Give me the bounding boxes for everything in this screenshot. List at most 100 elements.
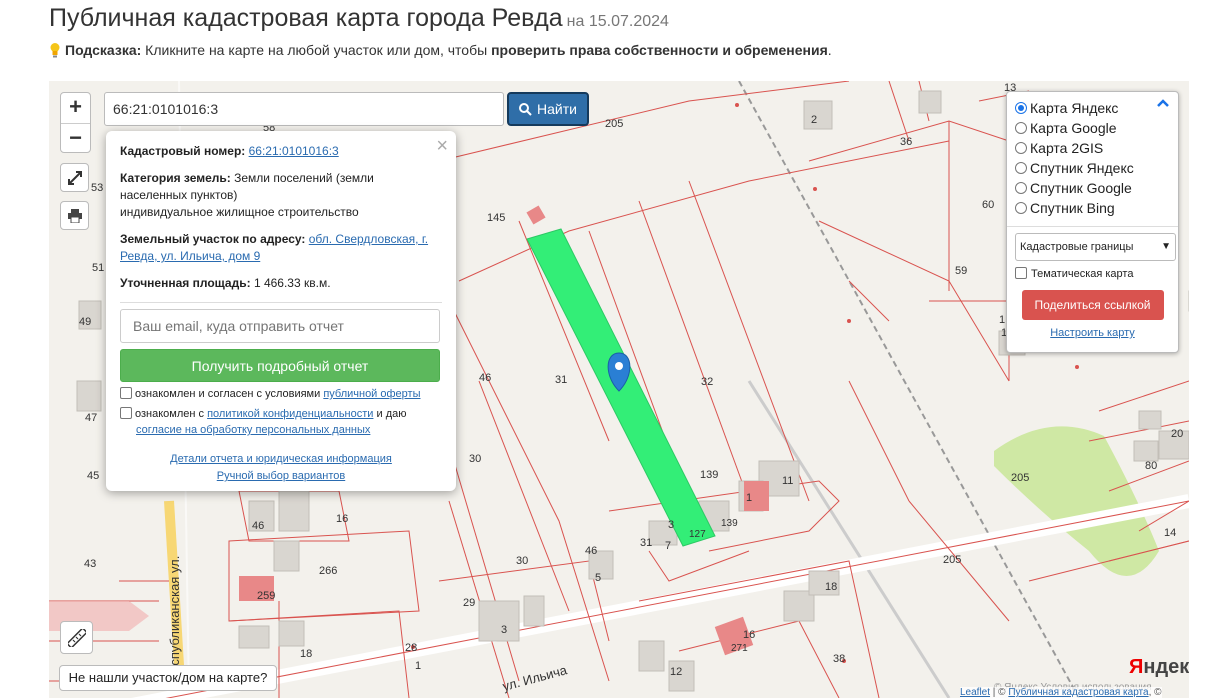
- parcel-label: 205: [605, 118, 623, 130]
- parcel-label: 28: [405, 642, 417, 654]
- ruler-icon: [67, 628, 86, 647]
- email-field[interactable]: [120, 309, 440, 343]
- parcel-label: 145: [487, 212, 505, 224]
- parcel-label: 139: [721, 518, 738, 529]
- area-value: 1 466.33 кв.м.: [253, 276, 331, 290]
- map[interactable]: 205 36 2 58 53 51 49 47 45 43 46 145 59 …: [49, 81, 1189, 698]
- parcel-label: 49: [79, 316, 91, 328]
- parcel-label: 3: [501, 624, 507, 636]
- radio-icon[interactable]: [1015, 122, 1027, 134]
- yandex-logo-rest: ндекс: [1143, 656, 1189, 678]
- area-label: Уточненная площадь:: [120, 276, 251, 290]
- street-label: Республиканская ул.: [167, 556, 182, 681]
- parcel-label: 32: [701, 376, 713, 388]
- parcel-label: 7: [665, 540, 671, 552]
- parcel-label: 3: [668, 519, 674, 531]
- layer-option-label: Спутник Google: [1030, 180, 1132, 196]
- parcel-label: 47: [85, 412, 97, 424]
- public-offer-link[interactable]: публичной оферты: [323, 388, 420, 400]
- layer-option-bing-satellite[interactable]: Спутник Bing: [1015, 198, 1170, 218]
- layer-option-label: Спутник Яндекс: [1030, 160, 1134, 176]
- cadastral-search-input[interactable]: [104, 92, 504, 126]
- cadastral-number-row: Кадастровый номер: 66:21:0101016:3: [120, 143, 442, 160]
- parcel-label: 12: [670, 666, 682, 678]
- privacy-agreement-mid: и даю: [373, 408, 407, 420]
- parcel-label: 2: [811, 114, 817, 126]
- layer-option-yandex-satellite[interactable]: Спутник Яндекс: [1015, 158, 1170, 178]
- parcel-label: 36: [900, 136, 912, 148]
- land-category-label: Категория земель:: [120, 171, 231, 185]
- privacy-policy-link[interactable]: политикой конфиденциальности: [207, 408, 373, 420]
- radio-icon[interactable]: [1015, 202, 1027, 214]
- report-details-link[interactable]: Детали отчета и юридическая информация: [170, 453, 392, 465]
- hint-text: Кликните на карте на любой участок или д…: [141, 42, 492, 58]
- privacy-agreement-checkbox-row: ознакомлен с политикой конфиденциальност…: [120, 406, 442, 438]
- address-row: Земельный участок по адресу: обл. Свердл…: [120, 231, 442, 265]
- attribution-separator: | ©: [990, 687, 1009, 698]
- overlay-select-value: Кадастровые границы: [1020, 241, 1134, 253]
- parcel-label: 205: [943, 554, 961, 566]
- share-link-button[interactable]: Поделиться ссылкой: [1021, 290, 1164, 320]
- layer-option-google-map[interactable]: Карта Google: [1015, 118, 1170, 138]
- chevron-up-icon[interactable]: [1156, 98, 1170, 108]
- parcel-label: 18: [825, 581, 837, 593]
- hint: Подсказка: Кликните на карте на любой уч…: [49, 42, 832, 58]
- divider: [120, 302, 442, 303]
- hint-bold: проверить права собственности и обремене…: [491, 42, 828, 58]
- offer-agreement-text: ознакомлен и согласен с условиями: [135, 388, 324, 400]
- page-title: Публичная кадастровая карта города Ревда…: [49, 4, 669, 33]
- parcel-label: 16: [336, 513, 348, 525]
- thematic-map-checkbox[interactable]: [1015, 267, 1027, 279]
- privacy-agreement-checkbox[interactable]: [120, 407, 132, 419]
- search-button[interactable]: Найти: [507, 92, 589, 126]
- ruler-button[interactable]: [60, 621, 93, 654]
- chevron-down-icon: ▼: [1161, 241, 1171, 252]
- parcel-label: 38: [833, 653, 845, 665]
- get-report-button[interactable]: Получить подробный отчет: [120, 349, 440, 382]
- search-button-label: Найти: [537, 101, 577, 117]
- zoom-control: + −: [60, 92, 91, 153]
- area-row: Уточненная площадь: 1 466.33 кв.м.: [120, 275, 442, 292]
- thematic-map-label: Тематическая карта: [1031, 268, 1134, 280]
- configure-map-link[interactable]: Настроить карту: [1015, 327, 1170, 339]
- address-label: Земельный участок по адресу:: [120, 232, 306, 246]
- parcel-label: 205: [1011, 472, 1029, 484]
- search-icon: [519, 102, 532, 116]
- parcel-label: 60: [982, 199, 994, 211]
- overlay-select[interactable]: Кадастровые границы ▼: [1015, 233, 1176, 261]
- parcel-label: 46: [479, 372, 491, 384]
- parcel-label: 80: [1145, 460, 1157, 472]
- parcel-label: 1: [415, 660, 421, 672]
- lightbulb-icon: [50, 43, 60, 58]
- zoom-in-button[interactable]: +: [61, 93, 90, 123]
- cadastral-map-link[interactable]: Публичная кадастровая карта: [1008, 687, 1148, 698]
- print-button[interactable]: [60, 201, 89, 230]
- parcel-label: 259: [257, 590, 275, 602]
- close-icon[interactable]: ×: [436, 135, 448, 158]
- privacy-agreement-text: ознакомлен с: [135, 408, 208, 420]
- parcel-label: 29: [463, 597, 475, 609]
- radio-icon[interactable]: [1015, 142, 1027, 154]
- radio-selected-icon[interactable]: [1015, 102, 1027, 114]
- title-text: Публичная кадастровая карта города Ревда: [49, 4, 563, 32]
- layer-option-yandex-map[interactable]: Карта Яндекс: [1015, 98, 1170, 118]
- layer-option-label: Карта Яндекс: [1030, 100, 1119, 116]
- cadastral-number-link[interactable]: 66:21:0101016:3: [249, 144, 339, 158]
- radio-icon[interactable]: [1015, 182, 1027, 194]
- personal-data-consent-link[interactable]: согласие на обработку персональных данны…: [136, 424, 370, 436]
- zoom-out-button[interactable]: −: [61, 123, 90, 153]
- parcel-label: 14: [1164, 527, 1176, 539]
- layer-option-2gis-map[interactable]: Карта 2GIS: [1015, 138, 1170, 158]
- parcel-label: 127: [689, 529, 706, 540]
- manual-selection-link[interactable]: Ручной выбор вариантов: [217, 470, 345, 482]
- parcel-label: 20: [1171, 428, 1183, 440]
- yandex-logo-first-letter: Я: [1129, 656, 1144, 678]
- fullscreen-button[interactable]: [60, 163, 89, 192]
- not-found-button[interactable]: Не нашли участок/дом на карте?: [59, 665, 277, 691]
- parcel-label: 31: [555, 374, 567, 386]
- layer-option-google-satellite[interactable]: Спутник Google: [1015, 178, 1170, 198]
- parcel-label: 271: [731, 643, 748, 654]
- leaflet-link[interactable]: Leaflet: [960, 687, 990, 698]
- radio-icon[interactable]: [1015, 162, 1027, 174]
- offer-agreement-checkbox[interactable]: [120, 387, 132, 399]
